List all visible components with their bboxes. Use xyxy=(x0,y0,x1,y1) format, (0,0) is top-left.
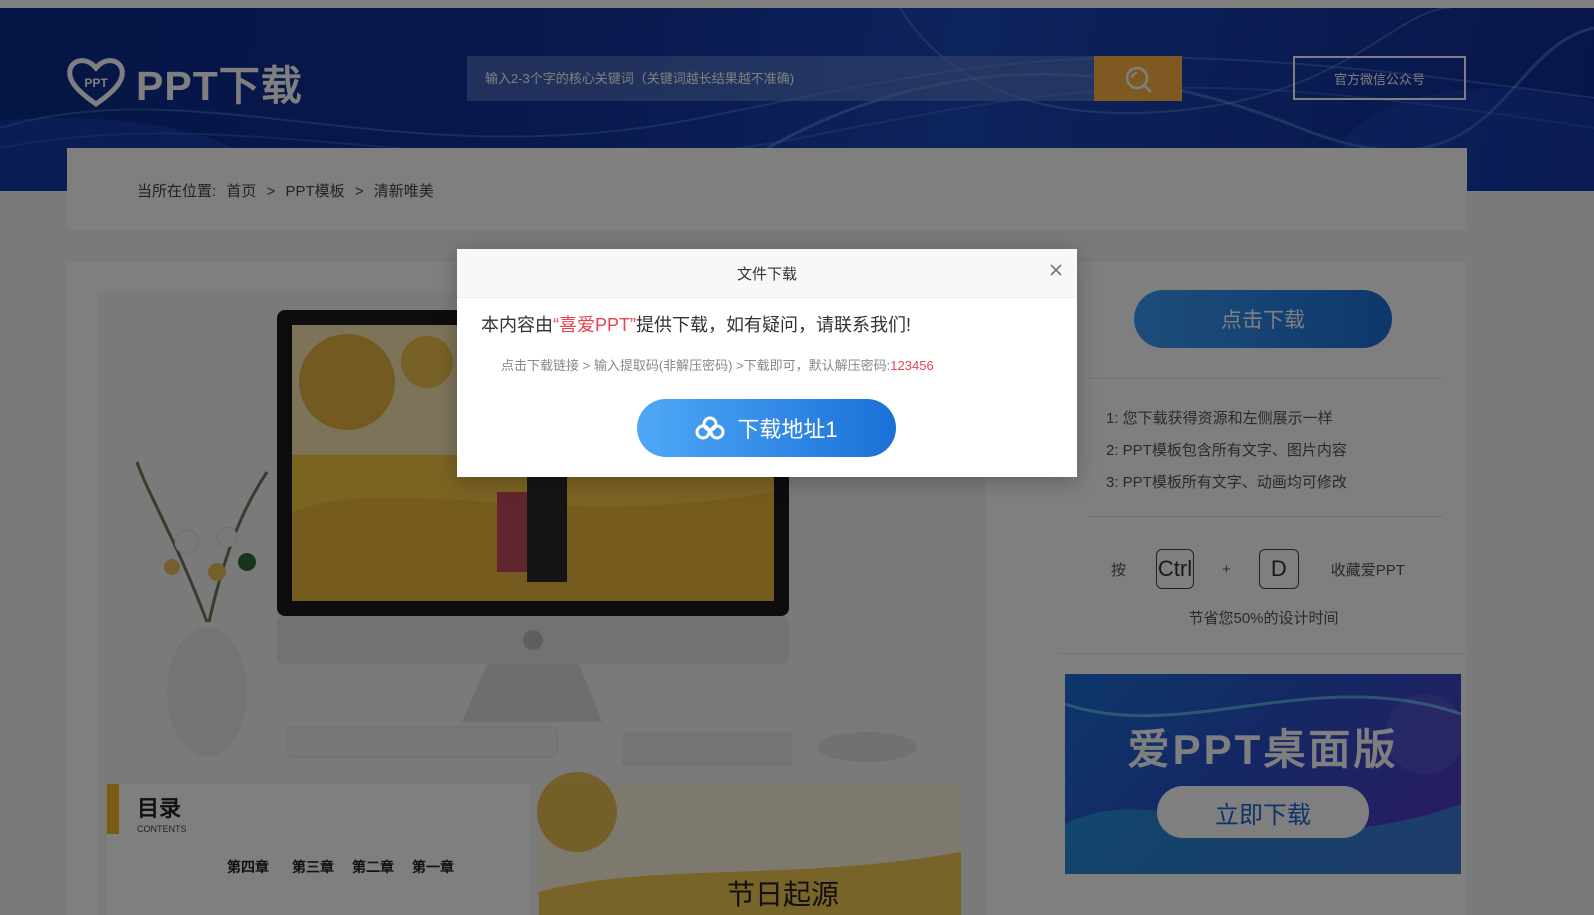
modal-message: 本内容由“喜爱PPT”提供下载，如有疑问，请联系我们! xyxy=(481,311,911,337)
modal-instructions: 点击下载链接 > 输入提取码(非解压密码) >下载即可，默认解压密码:12345… xyxy=(501,355,934,374)
download-link-button[interactable]: 下载地址1 xyxy=(637,399,896,457)
modal-title: 文件下载 xyxy=(736,265,797,283)
download-link-label: 下载地址1 xyxy=(737,417,838,442)
download-modal: 文件下载 本内容由“喜爱PPT”提供下载，如有疑问，请联系我们! 点击下载链接 … xyxy=(457,249,1077,477)
modal-msg-brand: “喜爱PPT” xyxy=(553,315,636,335)
modal-sub-text: 点击下载链接 > 输入提取码(非解压密码) >下载即可，默认解压密码: xyxy=(501,358,891,373)
close-icon[interactable] xyxy=(1047,261,1065,279)
cloud-icon xyxy=(695,416,725,440)
modal-header: 文件下载 xyxy=(457,249,1077,298)
modal-msg-after: 提供下载，如有疑问，请联系我们! xyxy=(636,315,911,335)
modal-password: 123456 xyxy=(890,358,934,373)
modal-msg-before: 本内容由 xyxy=(481,315,553,335)
